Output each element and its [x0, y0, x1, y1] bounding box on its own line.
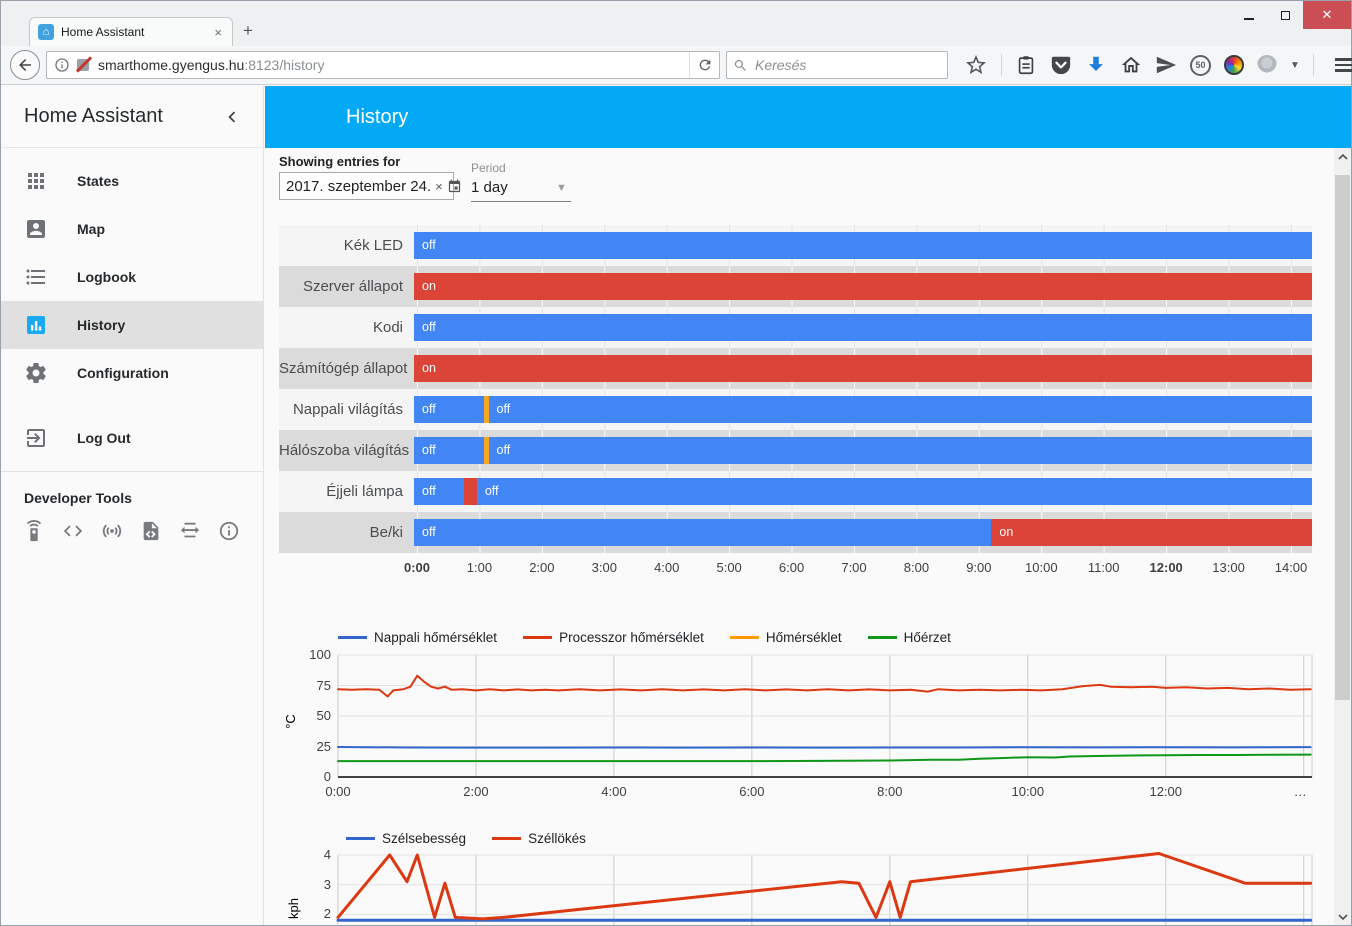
tab-close-icon[interactable]: × [212, 25, 224, 40]
exit-icon [24, 426, 48, 450]
legend-label: Széllökés [528, 831, 586, 846]
pocket-icon[interactable] [1050, 54, 1072, 76]
sidebar-item-map[interactable]: Map [1, 205, 263, 253]
apps-icon [24, 169, 48, 193]
main-panel: History Showing entries for 2017. szepte… [265, 86, 1351, 925]
legend-label: Szélsebesség [382, 831, 466, 846]
scrollbar-thumb[interactable] [1335, 175, 1350, 700]
code-tags-icon[interactable] [62, 520, 84, 542]
wind-chart-legend: Szélsebesség Széllökés [346, 831, 586, 846]
sidebar-item-label: History [77, 317, 125, 333]
y-axis-tick: 3 [303, 877, 331, 893]
file-code-icon[interactable] [140, 520, 162, 542]
sidebar-item-label: Map [77, 221, 105, 237]
url-bar[interactable]: smarthome.gyengus.hu:8123/history [46, 51, 720, 79]
search-icon [733, 58, 748, 73]
toolbar-separator [1001, 54, 1002, 76]
series-line [338, 854, 1311, 919]
sidebar-item-label: Configuration [77, 365, 169, 381]
url-text: smarthome.gyengus.hu:8123/history [98, 57, 689, 73]
tab-title: Home Assistant [61, 25, 205, 39]
blocked-content-icon[interactable] [75, 57, 91, 73]
legend-item: Szélsebesség [346, 831, 466, 846]
menu-icon[interactable] [1335, 58, 1352, 72]
y-axis-unit-label: kph [286, 898, 301, 919]
send-icon[interactable] [1155, 54, 1177, 76]
history-content: Showing entries for 2017. szeptember 24.… [265, 148, 1336, 925]
clipboard-icon[interactable] [1015, 54, 1037, 76]
wind-chart[interactable] [265, 148, 1336, 925]
sidebar-item-configuration[interactable]: Configuration [1, 349, 263, 397]
info-icon[interactable] [218, 520, 240, 542]
account-box-icon [24, 217, 48, 241]
browser-navbar: smarthome.gyengus.hu:8123/history 50 ▼ [1, 46, 1351, 85]
overflow-chevron-icon[interactable]: ▼ [1290, 60, 1300, 71]
back-button[interactable] [10, 50, 40, 80]
mqtt-icon[interactable] [179, 520, 201, 542]
dev-tools-label: Developer Tools [1, 472, 263, 510]
home-assistant-favicon: ⌂ [38, 24, 54, 40]
page-title: History [346, 106, 408, 129]
legend-color-line [346, 837, 375, 840]
sidebar: Home Assistant States Map Logbook [1, 86, 264, 925]
legend-color-line [492, 837, 521, 840]
page-info-icon[interactable] [54, 57, 70, 73]
collapse-sidebar-icon[interactable] [221, 106, 243, 128]
downloads-icon[interactable] [1085, 54, 1107, 76]
fifty-badge-icon[interactable]: 50 [1190, 55, 1211, 76]
y-axis-tick: 4 [303, 847, 331, 863]
home-assistant-app: Home Assistant States Map Logbook [1, 86, 1351, 925]
sidebar-item-history[interactable]: History [1, 301, 263, 349]
sidebar-menu: States Map Logbook History Configuration [1, 148, 263, 542]
browser-titlebar: ⌂ Home Assistant × + ✕ [1, 1, 1351, 46]
dev-tools-row [1, 510, 263, 542]
app-header: History [265, 86, 1351, 148]
home-icon[interactable] [1120, 54, 1142, 76]
sidebar-item-states[interactable]: States [1, 157, 263, 205]
color-wheel-icon[interactable] [1224, 55, 1244, 75]
search-box[interactable] [726, 51, 948, 79]
sidebar-title: Home Assistant [24, 105, 221, 128]
gear-icon [24, 361, 48, 385]
browser-window: ⌂ Home Assistant × + ✕ smarthome.gyengus… [0, 0, 1352, 926]
sidebar-item-label: Logbook [77, 269, 136, 285]
search-input[interactable] [753, 56, 903, 74]
sidebar-header: Home Assistant [1, 86, 263, 148]
scroll-up-arrow[interactable] [1334, 148, 1351, 165]
sidebar-item-logout[interactable]: Log Out [1, 414, 263, 462]
extension-icon[interactable] [1257, 55, 1277, 75]
maximize-button[interactable] [1267, 1, 1303, 29]
close-button[interactable]: ✕ [1303, 1, 1351, 29]
toolbar-icons: 50 ▼ [964, 53, 1352, 77]
bookmark-star-icon[interactable] [964, 53, 988, 77]
minimize-button[interactable] [1231, 1, 1267, 29]
access-point-icon[interactable] [101, 520, 123, 542]
remote-icon[interactable] [23, 520, 45, 542]
new-tab-button[interactable]: + [243, 21, 253, 41]
window-controls: ✕ [1231, 1, 1351, 29]
sidebar-item-label: States [77, 173, 119, 189]
sidebar-item-label: Log Out [77, 430, 131, 446]
chart-box-icon [24, 313, 48, 337]
toolbar-separator [1313, 54, 1314, 76]
arrow-left-icon [16, 56, 34, 74]
sidebar-item-logbook[interactable]: Logbook [1, 253, 263, 301]
scroll-down-arrow[interactable] [1334, 908, 1351, 925]
list-icon [24, 265, 48, 289]
y-axis-tick: 2 [303, 906, 331, 922]
vertical-scrollbar[interactable] [1334, 148, 1351, 925]
refresh-icon [697, 57, 713, 73]
browser-tab[interactable]: ⌂ Home Assistant × [29, 17, 233, 46]
reload-button[interactable] [689, 52, 719, 78]
legend-item: Széllökés [492, 831, 586, 846]
